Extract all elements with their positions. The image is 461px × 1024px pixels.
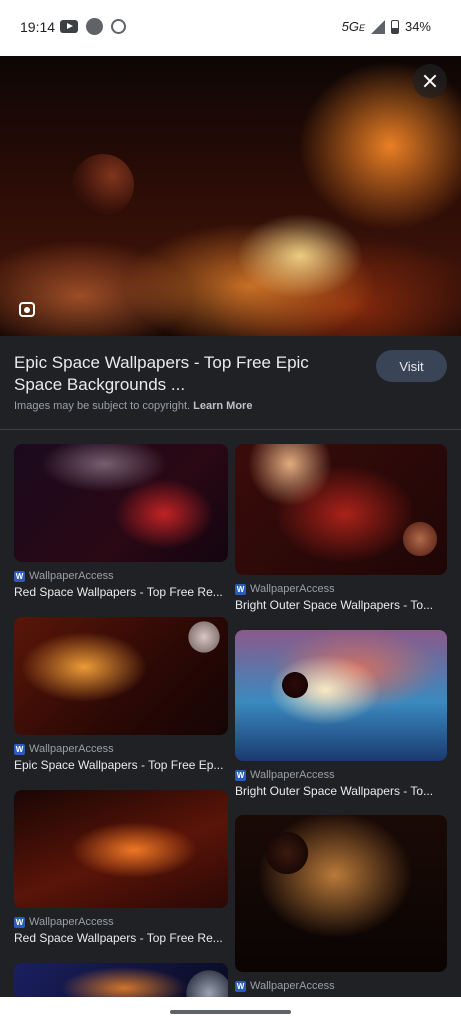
wallpaperaccess-icon: W [235, 980, 246, 992]
source-row: W WallpaperAccess [235, 583, 447, 595]
battery-percent: 34% [404, 19, 431, 34]
network-type: 5GE [341, 19, 365, 34]
status-bar: 19:14 5GE 34% [0, 0, 461, 56]
related-thumbnail[interactable] [235, 444, 447, 575]
source-row: W WallpaperAccess [14, 916, 228, 928]
result-title[interactable]: Epic Space Wallpapers - Top Free Epic Sp… [14, 352, 354, 396]
result-title-block: Epic Space Wallpapers - Top Free Epic Sp… [14, 352, 354, 396]
related-card[interactable]: W WallpaperAccess Bright Outer Space Wal… [235, 444, 447, 612]
related-thumbnail[interactable] [235, 630, 447, 761]
close-icon[interactable] [413, 64, 447, 98]
notification-icons [60, 18, 126, 35]
source-name: WallpaperAccess [29, 916, 114, 928]
lens-icon[interactable] [12, 294, 42, 324]
source-row: W WallpaperAccess [14, 743, 228, 755]
planet-graphic [72, 154, 134, 216]
source-name: WallpaperAccess [250, 980, 335, 992]
source-row: W WallpaperAccess [14, 570, 228, 582]
related-title[interactable]: Red Space Wallpapers - Top Free Re... [14, 931, 228, 945]
related-thumbnail[interactable] [14, 790, 228, 908]
related-card[interactable]: W WallpaperAccess [235, 815, 447, 992]
wallpaperaccess-icon: W [235, 769, 246, 781]
related-thumbnail[interactable] [14, 444, 228, 562]
status-right: 5GE 34% [342, 19, 431, 34]
related-thumbnail[interactable] [14, 617, 228, 735]
notification-dot-icon [86, 18, 103, 35]
home-gesture-handle[interactable] [170, 1010, 291, 1014]
related-card[interactable]: W WallpaperAccess Epic Space Wallpapers … [14, 617, 228, 772]
battery-icon [390, 19, 399, 34]
related-thumbnail[interactable] [14, 963, 228, 997]
source-name: WallpaperAccess [250, 583, 335, 595]
related-title[interactable]: Bright Outer Space Wallpapers - To... [235, 598, 447, 612]
wallpaperaccess-icon: W [14, 570, 25, 582]
related-card[interactable]: W WallpaperAccess Bright Outer Space Wal… [235, 630, 447, 798]
related-title[interactable]: Bright Outer Space Wallpapers - To... [235, 784, 447, 798]
signal-icon [370, 19, 385, 34]
source-name: WallpaperAccess [250, 769, 335, 781]
status-time: 19:14 [20, 19, 56, 35]
source-row: W WallpaperAccess [235, 980, 447, 992]
wallpaperaccess-icon: W [235, 583, 246, 595]
source-name: WallpaperAccess [29, 743, 114, 755]
sync-icon [111, 19, 126, 34]
related-title[interactable]: Epic Space Wallpapers - Top Free Ep... [14, 758, 228, 772]
related-card[interactable]: W WallpaperAccess Red Space Wallpapers -… [14, 444, 228, 599]
related-card[interactable] [14, 963, 228, 997]
youtube-icon [60, 20, 78, 33]
wallpaperaccess-icon: W [14, 743, 25, 755]
wallpaperaccess-icon: W [14, 916, 25, 928]
copyright-notice: Images may be subject to copyright. Lear… [14, 400, 253, 412]
related-card[interactable]: W WallpaperAccess Red Space Wallpapers -… [14, 790, 228, 945]
navigation-bar [0, 997, 461, 1024]
divider [0, 429, 461, 430]
source-row: W WallpaperAccess [235, 769, 447, 781]
source-name: WallpaperAccess [29, 570, 114, 582]
related-thumbnail[interactable] [235, 815, 447, 972]
hero-image[interactable] [0, 56, 461, 336]
learn-more-link[interactable]: Learn More [193, 400, 252, 412]
visit-button[interactable]: Visit [376, 350, 447, 382]
related-title[interactable]: Red Space Wallpapers - Top Free Re... [14, 585, 228, 599]
